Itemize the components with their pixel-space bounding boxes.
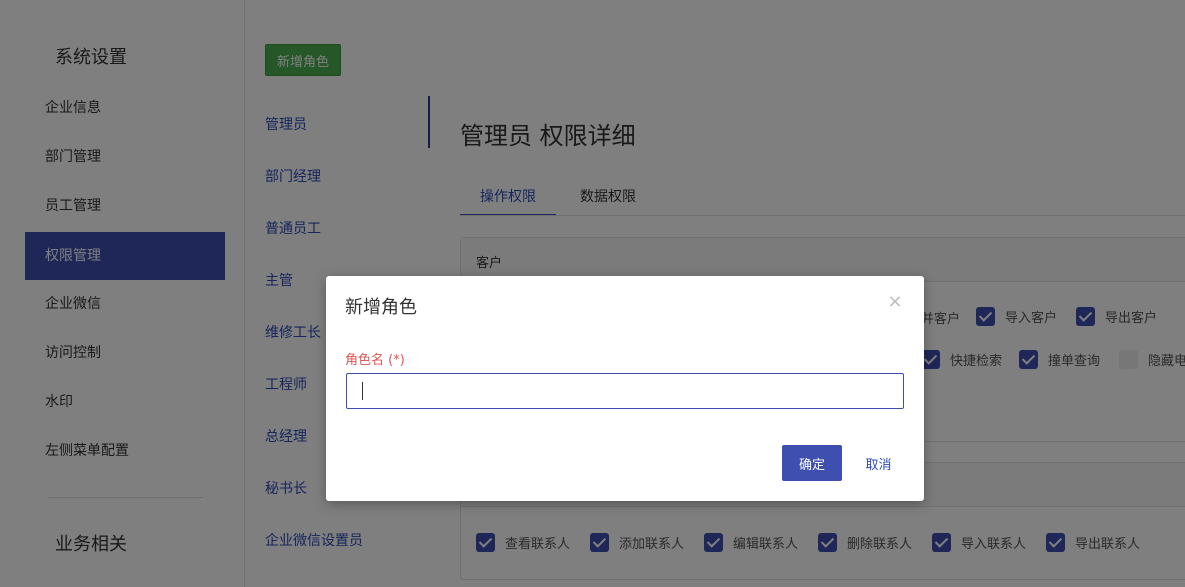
cancel-button[interactable]: 取消 [856, 445, 901, 481]
page: 系统设置 企业信息 部门管理 员工管理 权限管理 企业微信 访问控制 水印 左侧… [0, 0, 1185, 587]
add-role-dialog: 新增角色 × 角色名 (*) 确定 取消 [326, 276, 924, 501]
dialog-title: 新增角色 [345, 297, 417, 318]
role-name-input[interactable] [346, 373, 904, 409]
role-name-label: 角色名 (*) [345, 353, 405, 368]
close-icon[interactable]: × [886, 293, 904, 311]
text-caret [362, 382, 363, 400]
confirm-button[interactable]: 确定 [782, 445, 842, 481]
